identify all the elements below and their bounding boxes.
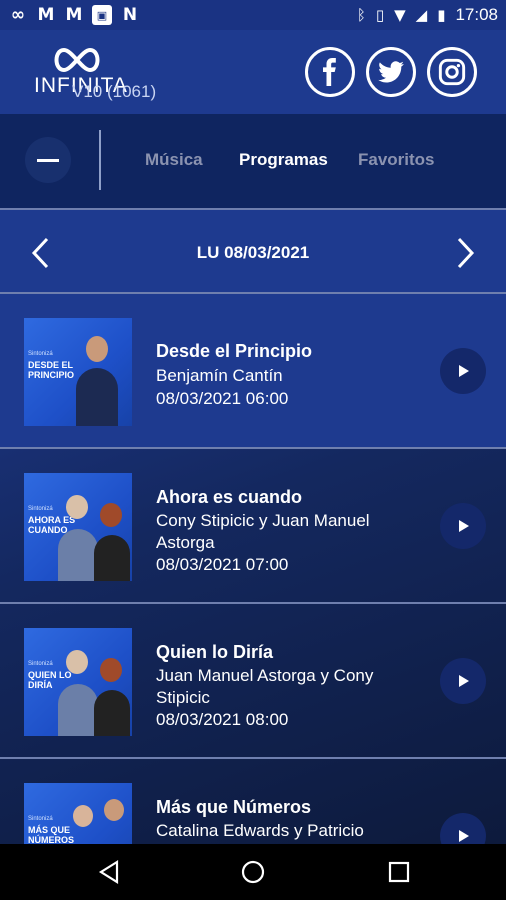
image-icon: ▣	[92, 5, 112, 25]
signal-icon: ◢	[415, 6, 428, 24]
minus-icon	[37, 158, 59, 162]
program-title: Ahora es cuando	[156, 487, 303, 507]
collapse-menu-button[interactable]	[25, 137, 71, 183]
program-hosts: Cony Stipicic y Juan Manuel Astorga	[156, 511, 370, 552]
program-datetime: 08/03/2021 07:00	[156, 555, 289, 574]
system-nav-bar	[0, 844, 506, 900]
program-datetime: 08/03/2021 08:00	[156, 710, 289, 729]
tab-musica[interactable]: Música	[145, 150, 203, 170]
program-datetime: 08/03/2021 06:00	[156, 389, 289, 408]
instagram-icon	[438, 58, 466, 86]
facebook-button[interactable]	[305, 47, 355, 97]
program-item[interactable]: Sintonizá DESDE EL PRINCIPIO Desde el Pr…	[0, 294, 506, 449]
program-hosts: Juan Manuel Astorga y Cony Stipicic	[156, 666, 374, 707]
notification-icons: ∞ M M ▣ N	[8, 5, 140, 25]
date-selector: LU 08/03/2021	[0, 208, 506, 294]
play-button[interactable]	[440, 348, 486, 394]
infinity-logo-icon	[54, 47, 100, 73]
home-icon[interactable]	[241, 860, 265, 884]
n-icon: N	[122, 5, 138, 25]
facebook-icon	[323, 58, 336, 86]
program-item[interactable]: Sintonizá MÁS QUE NÚMEROS Más que Número…	[0, 759, 506, 844]
program-thumbnail: Sintonizá MÁS QUE NÚMEROS	[24, 783, 132, 844]
play-button[interactable]	[440, 503, 486, 549]
play-button[interactable]	[440, 658, 486, 704]
play-icon	[459, 675, 469, 687]
play-icon	[459, 365, 469, 377]
app-version: V10 (1061)	[72, 82, 157, 101]
bluetooth-icon: ᛒ	[356, 6, 366, 24]
program-item[interactable]: Sintonizá QUIEN LO DIRÍA Quien lo Diría …	[0, 604, 506, 759]
play-icon	[459, 830, 469, 842]
program-thumbnail: Sintonizá DESDE EL PRINCIPIO	[24, 318, 132, 426]
program-hosts: Benjamín Cantín	[156, 366, 283, 385]
current-date: LU 08/03/2021	[196, 243, 310, 262]
play-button[interactable]	[440, 813, 486, 844]
twitter-icon	[378, 61, 404, 83]
program-item[interactable]: Sintonizá AHORA ES CUANDO Ahora es cuand…	[0, 449, 506, 604]
tabs-bar: Música Programas Favoritos	[0, 114, 506, 208]
tab-favoritos[interactable]: Favoritos	[358, 150, 435, 170]
program-list: Sintonizá DESDE EL PRINCIPIO Desde el Pr…	[0, 294, 506, 844]
program-title: Desde el Principio	[156, 341, 313, 361]
tab-programas[interactable]: Programas	[239, 150, 328, 170]
gmail-icon: M	[37, 5, 55, 25]
recents-icon[interactable]	[387, 860, 411, 884]
instagram-button[interactable]	[427, 47, 477, 97]
battery-icon: ▮	[437, 6, 446, 24]
program-title: Quien lo Diría	[156, 642, 274, 662]
vibrate-icon: ▯	[375, 6, 385, 24]
program-title: Más que Números	[156, 797, 312, 817]
clock: 17:08	[455, 5, 498, 24]
tab-divider	[99, 130, 101, 190]
twitter-button[interactable]	[366, 47, 416, 97]
infinita-logo[interactable]: INFINITA V10 (1061)	[34, 44, 157, 104]
play-icon	[459, 520, 469, 532]
program-hosts: Catalina Edwards y Patricio	[156, 821, 364, 840]
program-thumbnail: Sintonizá QUIEN LO DIRÍA	[24, 628, 132, 736]
system-icons: ᛒ ▯ ▼ ◢ ▮ 17:08	[357, 5, 498, 25]
app-header: INFINITA V10 (1061)	[0, 30, 506, 114]
gmail-icon: M	[65, 5, 83, 25]
next-day-button[interactable]	[453, 236, 477, 270]
wifi-icon: ▼	[394, 6, 406, 24]
program-thumbnail: Sintonizá AHORA ES CUANDO	[24, 473, 132, 581]
infinity-icon: ∞	[10, 5, 26, 25]
back-icon[interactable]	[97, 860, 121, 884]
status-bar: ∞ M M ▣ N ᛒ ▯ ▼ ◢ ▮ 17:08	[0, 0, 506, 30]
